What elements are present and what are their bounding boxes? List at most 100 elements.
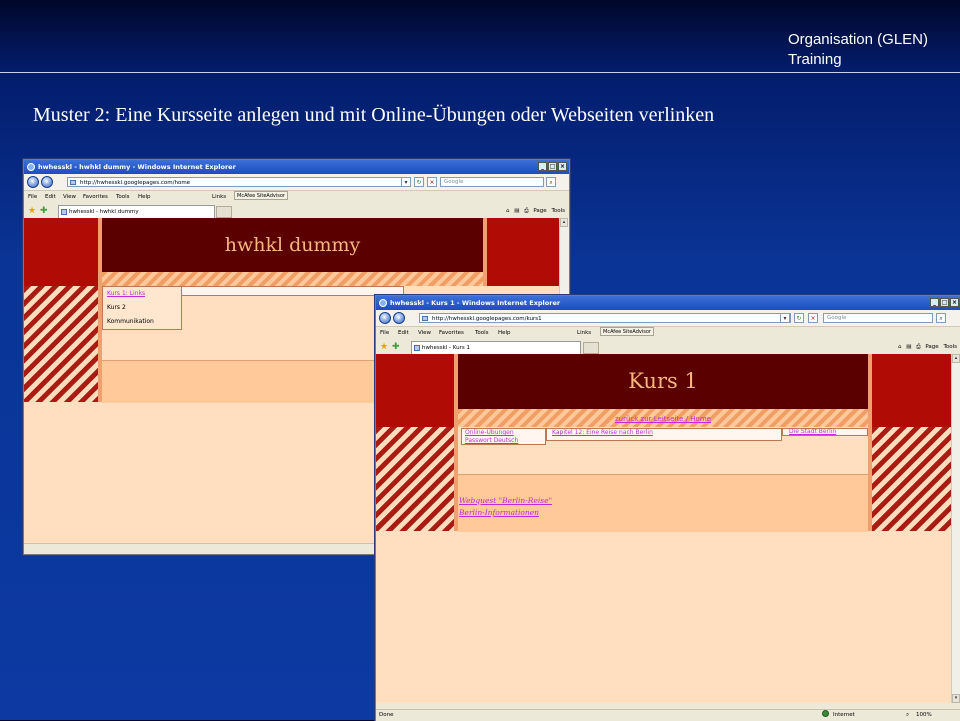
add-favorite-icon[interactable]: ✚ [392,343,400,352]
nav-item-kommunikation[interactable]: Kommunikation [107,318,154,325]
feeds-icon[interactable]: ▤ [514,208,519,214]
vertical-scrollbar[interactable]: ▴ ▾ [951,354,960,703]
print-icon[interactable]: ⎙ [916,344,920,350]
links-label[interactable]: Links [212,191,226,204]
menu-tools[interactable]: Tools [475,327,489,340]
search-icon[interactable]: ⌕ [546,177,556,187]
header-line-2: Training [787,51,842,68]
forward-button[interactable]: › [393,312,405,324]
browser-window-kurs1[interactable]: hwhesskl - Kurs 1 - Windows Internet Exp… [375,295,960,721]
print-icon[interactable]: ⎙ [524,208,528,214]
window-title: hwhesskl - Kurs 1 - Windows Internet Exp… [390,299,561,307]
close-button[interactable]: × [950,298,959,307]
page-menu[interactable]: Page [533,208,546,214]
minimize-button[interactable]: _ [538,162,547,171]
menu-help[interactable]: Help [498,327,511,340]
address-bar[interactable]: http://hwhesskl.googlepages.com/home [67,177,410,187]
tools-menu[interactable]: Tools [551,208,565,214]
nav-link-kurs1[interactable]: Kurs 1: Links [107,290,145,297]
tab-label: hwhesskl - hwhkl dummy [69,209,139,215]
link-kapitel-12[interactable]: Kapitel 12: Eine Reise nach Berlin [552,429,653,436]
address-bar[interactable]: http://hwhesskl.googlepages.com/kurs1 [419,313,791,323]
address-dropdown-button[interactable]: ▾ [401,177,411,187]
stop-icon[interactable]: × [427,177,437,187]
feeds-icon[interactable]: ▤ [906,344,911,350]
page-content: Kurs 1 zurück zur Leitseite / Home Onlin… [376,354,952,703]
tab-active[interactable]: hwhesskl - hwhkl dummy [58,205,215,218]
menu-edit[interactable]: Edit [45,191,56,204]
scroll-up-icon[interactable]: ▴ [952,354,960,363]
middle-link-box: Kapitel 12: Eine Reise nach Berlin [546,428,782,441]
links-label[interactable]: Links [577,327,591,340]
header-red-right [872,354,952,427]
tab-page-icon [61,209,67,215]
search-icon[interactable]: ⌕ [936,313,946,323]
forward-button[interactable]: › [41,176,53,188]
header-red-right [483,218,560,286]
add-favorite-icon[interactable]: ✚ [40,207,48,216]
back-button[interactable]: ‹ [27,176,39,188]
right-link-box: Die Stadt Berlin [782,428,868,436]
siteadvisor-button[interactable]: McAfee SiteAdvisor [234,191,288,200]
menu-favorites[interactable]: Favorites [439,327,464,340]
back-button[interactable]: ‹ [379,312,391,324]
minimize-button[interactable]: _ [930,298,939,307]
favorites-star-icon[interactable]: ★ [28,207,36,216]
new-tab-button[interactable] [216,206,232,218]
window-titlebar[interactable]: hwhesskl - Kurs 1 - Windows Internet Exp… [376,296,960,310]
page-menu[interactable]: Page [925,344,938,350]
header-stripe-band [102,272,483,286]
search-input[interactable]: Google [823,313,933,323]
menu-view[interactable]: View [418,327,431,340]
scroll-up-icon[interactable]: ▴ [560,218,568,227]
maximize-button[interactable]: □ [940,298,949,307]
menu-file[interactable]: File [380,327,389,340]
stripe-right [872,427,952,531]
command-bar: ⌂ ▤ ⎙ Page Tools [503,205,565,217]
maximize-button[interactable]: □ [548,162,557,171]
window-titlebar[interactable]: hwhesskl - hwhkl dummy - Windows Interne… [24,160,569,174]
link-online-uebungen[interactable]: Online-Übungen [465,429,514,436]
favorites-star-icon[interactable]: ★ [380,343,388,352]
page-icon [70,180,76,185]
link-passwort-deutsch[interactable]: Passwort Deutsch [465,437,518,444]
refresh-icon[interactable]: ↻ [414,177,424,187]
menu-help[interactable]: Help [138,191,151,204]
nav-menu: Kurs 1: Links Kurs 2 Kommunikation [102,286,182,330]
ie-icon [27,163,35,171]
nav-item-kurs2[interactable]: Kurs 2 [107,304,126,311]
siteadvisor-button[interactable]: McAfee SiteAdvisor [600,327,654,336]
header-red-left [376,354,458,427]
menu-view[interactable]: View [63,191,76,204]
new-tab-button[interactable] [583,342,599,354]
home-icon[interactable]: ⌂ [506,208,510,214]
column-border-right [483,218,487,286]
link-stadt-berlin[interactable]: Die Stadt Berlin [789,428,836,435]
close-button[interactable]: × [558,162,567,171]
menu-file[interactable]: File [28,191,37,204]
search-input[interactable]: Google [440,177,544,187]
home-icon[interactable]: ⌂ [898,344,902,350]
tab-active[interactable]: hwhesskl - Kurs 1 [411,341,581,354]
link-berlin-informationen[interactable]: Berlin-Informationen [459,508,539,517]
zoom-level[interactable]: 100% [916,710,932,721]
refresh-icon[interactable]: ↻ [794,313,804,323]
menu-tools[interactable]: Tools [116,191,130,204]
left-link-box: Online-Übungen Passwort Deutsch [461,428,546,445]
tab-label: hwhesskl - Kurs 1 [422,345,470,351]
menu-edit[interactable]: Edit [398,327,409,340]
stop-icon[interactable]: × [808,313,818,323]
stripe-left [24,286,98,402]
stripe-left [376,427,454,531]
home-link-row: zurück zur Leitseite / Home [458,414,868,425]
site-header: hwhkl dummy [102,218,483,272]
home-link[interactable]: zurück zur Leitseite / Home [615,415,711,423]
window-title: hwhesskl - hwhkl dummy - Windows Interne… [38,163,236,171]
zoom-icon[interactable]: ⌕ [906,710,909,721]
tools-menu[interactable]: Tools [943,344,957,350]
address-dropdown-button[interactable]: ▾ [780,313,790,323]
menu-favorites[interactable]: Favorites [83,191,108,204]
content-box [182,286,404,296]
link-webquest[interactable]: Webquest "Berlin-Reise" [459,496,552,505]
scroll-down-icon[interactable]: ▾ [952,694,960,703]
